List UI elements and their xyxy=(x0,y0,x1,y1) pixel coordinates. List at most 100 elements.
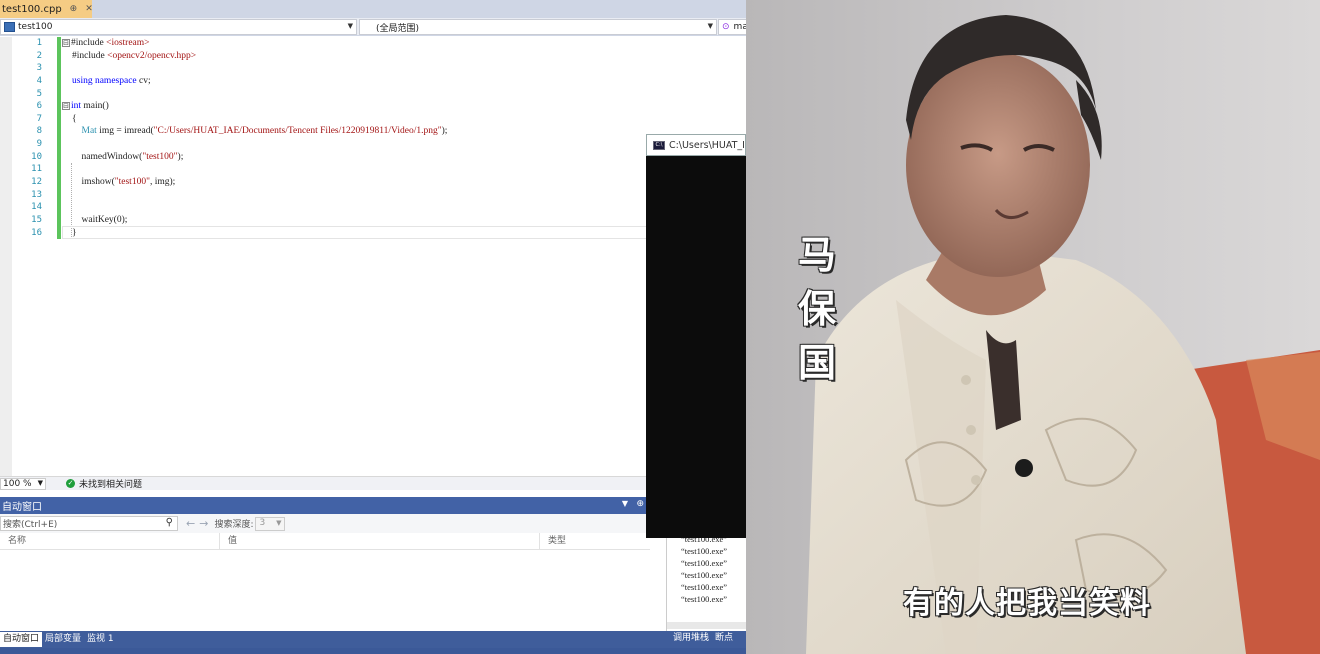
code-line[interactable] xyxy=(62,88,702,101)
tool-window-tabs: 自动窗口 局部变量 监视 1 调用堆栈 断点 xyxy=(0,631,746,648)
zoom-dropdown[interactable]: 100 % ▼ xyxy=(0,477,46,490)
glyph-margin[interactable] xyxy=(0,37,12,476)
line-number: 11 xyxy=(31,164,42,175)
navigation-bar: test100 ▼ (全局范围) ▼ ⊙ ma xyxy=(0,18,746,36)
code-line[interactable] xyxy=(62,189,702,202)
column-header-value[interactable]: 值 xyxy=(220,532,540,550)
code-token: main() xyxy=(81,101,109,112)
code-line[interactable]: Mat img = imread("C:/Users/HUAT_IAE/Docu… xyxy=(62,125,702,138)
code-line[interactable] xyxy=(62,62,702,75)
close-icon[interactable]: ✕ xyxy=(85,4,93,14)
code-line[interactable]: #include <opencv2/opencv.hpp> xyxy=(62,50,702,63)
autos-search-bar: 搜索(Ctrl+E) ⚲ ← → 搜索深度: 3 ▼ xyxy=(0,514,650,533)
scope-dropdown-value: (全局范围) xyxy=(376,23,420,34)
code-token: <iostream> xyxy=(106,38,150,48)
code-token: using namespace xyxy=(72,75,137,86)
code-line[interactable]: waitKey(0); xyxy=(62,214,702,227)
right-tool-tabs: 调用堆栈 断点 xyxy=(670,631,736,646)
name-char: 马 xyxy=(797,233,836,277)
chevron-down-icon: ▼ xyxy=(347,22,353,30)
output-lines: “test100.exe” “test100.exe” “test100.exe” “… xyxy=(667,533,746,605)
face xyxy=(906,53,1090,277)
code-line[interactable] xyxy=(62,138,702,151)
code-line[interactable]: using namespace cv; xyxy=(62,75,702,88)
code-editor[interactable]: 1 2 3 4 5 6 7 8 9 10 11 12 13 14 15 16 ⊟ #include <iostr… xyxy=(0,37,746,476)
line-number: 8 xyxy=(36,126,42,137)
output-line: “test100.exe” xyxy=(681,594,728,604)
horizontal-scrollbar[interactable] xyxy=(667,622,746,629)
code-line[interactable] xyxy=(62,201,702,214)
output-line: “test100.exe” xyxy=(681,546,728,556)
status-bar xyxy=(0,648,746,654)
code-line[interactable]: ⊟ int main() xyxy=(62,100,702,113)
search-depth-value: 3 xyxy=(259,517,266,528)
code-token: imshow( xyxy=(72,177,115,188)
line-number: 9 xyxy=(36,139,42,150)
code-token: namedWindow( xyxy=(72,151,143,162)
back-arrow-icon[interactable]: ← xyxy=(186,517,195,530)
code-text[interactable]: ⊟ #include <iostream> #include <opencv2/op… xyxy=(62,37,702,239)
code-token: <opencv2/opencv.hpp> xyxy=(107,50,197,61)
pin-icon[interactable]: ⊕ xyxy=(636,499,644,509)
code-line[interactable]: { xyxy=(62,113,702,126)
code-line[interactable] xyxy=(62,163,702,176)
code-line[interactable]: namedWindow("test100"); xyxy=(62,151,702,164)
document-tab-label: test100.cpp xyxy=(2,3,62,15)
document-tab-test100[interactable]: test100.cpp ⊕ ✕ xyxy=(0,0,93,18)
code-token: #include xyxy=(71,38,107,48)
line-number: 7 xyxy=(36,113,42,124)
search-depth-label: 搜索深度: xyxy=(214,520,254,530)
code-token: #include xyxy=(72,50,108,61)
chevron-down-icon: ▼ xyxy=(707,22,713,30)
forward-arrow-icon[interactable]: → xyxy=(199,517,208,530)
project-dropdown[interactable]: test100 ▼ xyxy=(0,19,357,35)
line-number: 14 xyxy=(31,202,42,213)
lapel-microphone xyxy=(1015,459,1033,477)
name-char: 国 xyxy=(797,341,836,385)
line-number: 6 xyxy=(36,101,42,112)
document-tab-bar: test100.cpp ⊕ ✕ xyxy=(0,0,746,18)
issues-status[interactable]: 未找到相关问题 xyxy=(79,477,142,490)
code-token: int xyxy=(71,101,82,112)
chevron-down-icon: ▼ xyxy=(37,478,43,487)
scope-dropdown[interactable]: (全局范围) ▼ xyxy=(359,19,717,35)
console-title-bar[interactable]: C:\ C:\Users\HUAT_I xyxy=(646,134,746,156)
code-token: { xyxy=(72,113,77,124)
column-header-type[interactable]: 类型 xyxy=(540,533,650,550)
line-number: 4 xyxy=(36,75,42,86)
check-icon: ✓ xyxy=(66,479,75,488)
search-depth-dropdown[interactable]: 3 ▼ xyxy=(255,516,286,531)
output-line: “test100.exe” xyxy=(681,558,728,568)
chevron-down-icon: ▼ xyxy=(276,518,282,527)
tab-watch-1[interactable]: 监视 1 xyxy=(84,632,117,647)
line-number: 2 xyxy=(36,50,42,61)
autos-window-title-bar: 自动窗口 ▼ ⊕ xyxy=(0,497,650,514)
code-token: "test100" xyxy=(142,151,178,162)
tab-autos[interactable]: 自动窗口 xyxy=(0,632,43,647)
code-line[interactable]: } xyxy=(62,227,702,240)
code-line[interactable]: imshow("test100", img); xyxy=(62,176,702,189)
change-tracking-bar xyxy=(57,37,61,239)
collapse-icon[interactable]: ⊟ xyxy=(62,38,70,47)
chevron-down-icon[interactable]: ▼ xyxy=(622,499,628,508)
name-char: 保 xyxy=(797,287,836,331)
collapse-icon[interactable]: ⊟ xyxy=(62,102,70,111)
column-header-name[interactable]: 名称 xyxy=(0,532,220,550)
name-caption: 马 保 国 xyxy=(794,228,840,390)
search-placeholder: 搜索(Ctrl+E) xyxy=(3,520,58,530)
tab-call-stack[interactable]: 调用堆栈 xyxy=(670,631,712,646)
code-token: ); xyxy=(441,126,448,137)
tab-breakpoints[interactable]: 断点 xyxy=(712,631,736,646)
code-line[interactable]: ⊟ #include <iostream> xyxy=(62,37,702,50)
code-token: , img); xyxy=(149,177,176,188)
pin-icon[interactable]: ⊕ xyxy=(70,4,78,14)
tab-locals[interactable]: 局部变量 xyxy=(42,632,84,647)
autos-window: 自动窗口 ▼ ⊕ 搜索(Ctrl+E) ⚲ ← → 搜索深度: 3 ▼ 名称 值… xyxy=(0,497,650,631)
line-number: 1 xyxy=(36,38,42,48)
member-dropdown[interactable]: ⊙ ma xyxy=(718,19,746,35)
video-subtitle: 有的人把我当笑料 xyxy=(903,586,1151,621)
console-window[interactable]: C:\ C:\Users\HUAT_I xyxy=(646,134,746,538)
search-icon[interactable]: ⚲ xyxy=(166,517,173,528)
code-token: img = imread( xyxy=(96,126,154,137)
autos-search-input[interactable]: 搜索(Ctrl+E) ⚲ xyxy=(0,516,178,531)
